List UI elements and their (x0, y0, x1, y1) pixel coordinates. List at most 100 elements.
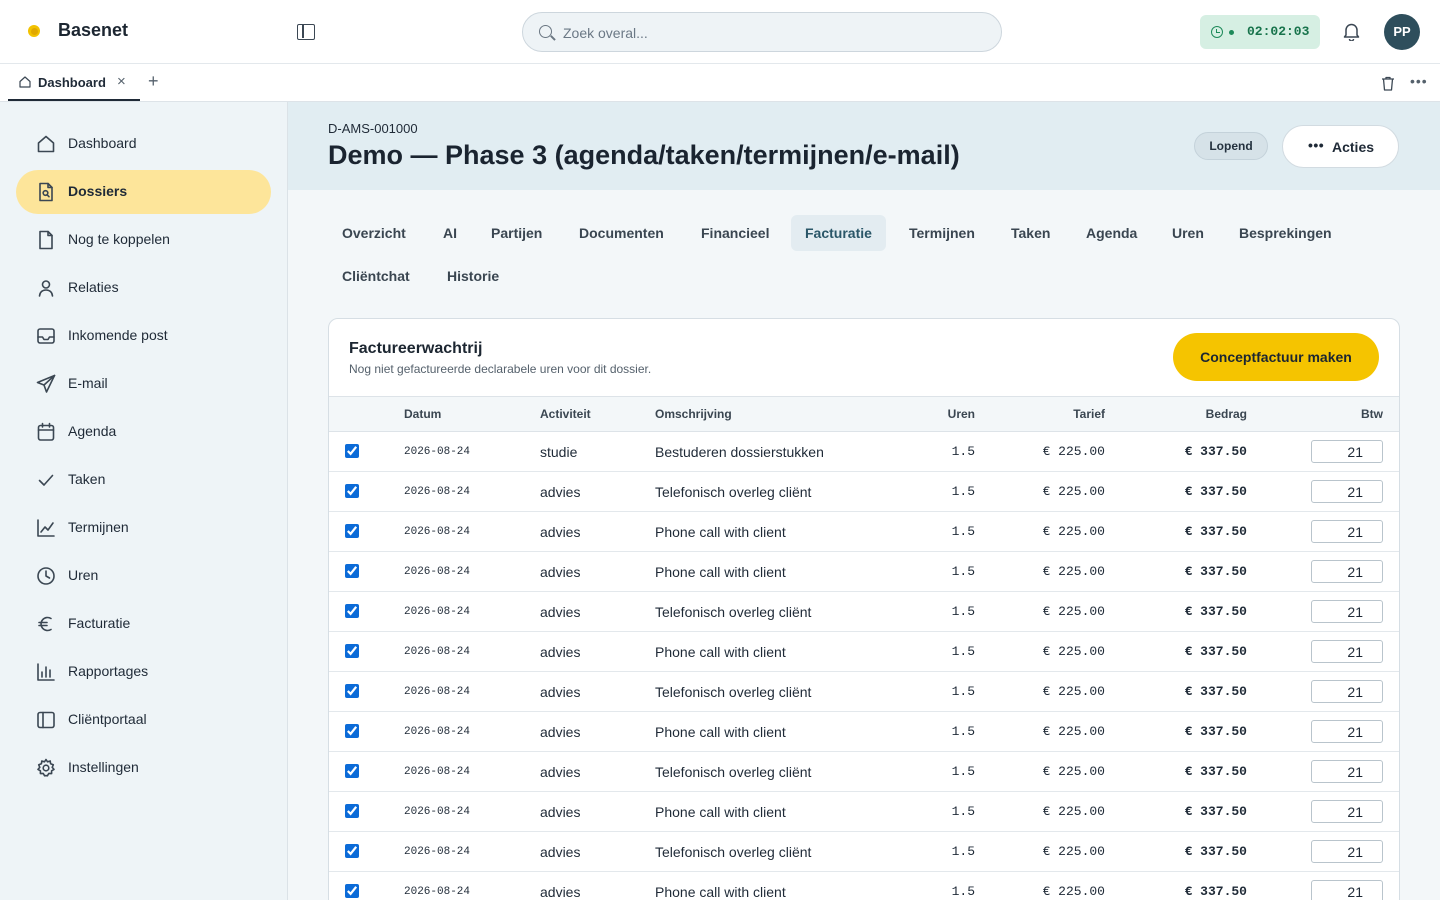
avatar[interactable]: PP (1384, 14, 1420, 50)
sidebar-item-nog-te-koppelen[interactable]: Nog te koppelen (16, 218, 271, 262)
gear-icon (37, 758, 55, 777)
sidebar-item-e-mail[interactable]: E-mail (16, 362, 271, 406)
calendar-icon (37, 422, 55, 441)
tab-uren[interactable]: Uren (1158, 215, 1218, 251)
sidebar-item-clientportaal[interactable]: Cliëntportaal (16, 698, 271, 742)
row-checkbox[interactable] (345, 844, 359, 858)
tab-dashboard[interactable]: Dashboard × (8, 64, 140, 101)
row-uren: 1.5 (951, 524, 975, 539)
row-checkbox[interactable] (345, 564, 359, 578)
row-uren: 1.5 (951, 724, 975, 739)
sidebar-item-dossiers[interactable]: Dossiers (16, 170, 271, 214)
global-search[interactable] (522, 12, 1002, 52)
search-input[interactable] (563, 22, 983, 44)
row-btw-input[interactable] (1311, 800, 1383, 823)
tab-clientchat[interactable]: Cliëntchat (328, 258, 424, 294)
row-btw-input[interactable] (1311, 600, 1383, 623)
row-checkbox[interactable] (345, 724, 359, 738)
row-bedrag: € 337.50 (1184, 644, 1247, 659)
row-checkbox[interactable] (345, 804, 359, 818)
status-badge: Lopend (1194, 132, 1268, 160)
tab-taken[interactable]: Taken (997, 215, 1064, 251)
row-uren: 1.5 (951, 844, 975, 859)
row-checkbox[interactable] (345, 684, 359, 698)
sidebar-item-inkomende-post[interactable]: Inkomende post (16, 314, 271, 358)
row-btw-input[interactable] (1311, 560, 1383, 583)
row-checkbox[interactable] (345, 604, 359, 618)
row-btw-input[interactable] (1311, 720, 1383, 743)
row-btw-input[interactable] (1311, 760, 1383, 783)
sidebar-item-label: Dossiers (68, 183, 128, 199)
running-timer[interactable]: 02:02:03 (1200, 15, 1320, 49)
more-options-icon[interactable]: ••• (1410, 73, 1428, 89)
sidebar-item-agenda[interactable]: Agenda (16, 410, 271, 454)
row-btw-input[interactable] (1311, 480, 1383, 503)
row-btw-input[interactable] (1311, 880, 1383, 900)
sidebar-item-termijnen[interactable]: Termijnen (16, 506, 271, 550)
add-tab-icon[interactable]: + (148, 71, 159, 92)
close-icon[interactable]: × (117, 73, 126, 90)
bell-icon[interactable] (1343, 22, 1360, 41)
row-btw-input[interactable] (1311, 440, 1383, 463)
table-row: 2026-08-24 studie Bestuderen dossierstukke… (329, 432, 1399, 472)
row-tarief: € 225.00 (1042, 884, 1105, 899)
row-uren: 1.5 (951, 684, 975, 699)
tab-overzicht[interactable]: Overzicht (328, 215, 420, 251)
card-title: Factureerwachtrij (349, 340, 483, 357)
row-checkbox[interactable] (345, 644, 359, 658)
sidebar-item-relaties[interactable]: Relaties (16, 266, 271, 310)
sidebar-item-dashboard[interactable]: Dashboard (16, 122, 271, 166)
tab-documenten[interactable]: Documenten (565, 215, 678, 251)
bar-chart-icon (37, 663, 55, 681)
row-datum: 2026-08-24 (404, 886, 471, 898)
sidebar-item-instellingen[interactable]: Instellingen (16, 746, 271, 790)
tab-partijen[interactable]: Partijen (477, 215, 556, 251)
row-uren: 1.5 (951, 764, 975, 779)
tab-termijnen[interactable]: Termijnen (895, 215, 989, 251)
column-datum: Datum (404, 407, 442, 421)
tab-ai[interactable]: AI (429, 215, 471, 251)
row-tarief: € 225.00 (1042, 604, 1105, 619)
sidebar-item-label: Facturatie (68, 615, 131, 631)
row-checkbox[interactable] (345, 524, 359, 538)
row-checkbox[interactable] (345, 764, 359, 778)
row-checkbox[interactable] (345, 484, 359, 498)
acties-button[interactable]: ••• Acties (1282, 125, 1399, 168)
inbox-icon (37, 328, 55, 344)
row-uren: 1.5 (951, 564, 975, 579)
row-btw-input[interactable] (1311, 640, 1383, 663)
sidebar-item-rapportages[interactable]: Rapportages (16, 650, 271, 694)
send-icon (36, 374, 56, 393)
table-row: 2026-08-24 advies Phone call with client 1.… (329, 712, 1399, 752)
tab-besprekingen[interactable]: Besprekingen (1225, 215, 1346, 251)
row-checkbox[interactable] (345, 444, 359, 458)
row-bedrag: € 337.50 (1184, 684, 1247, 699)
document-icon (39, 230, 53, 250)
row-btw-input[interactable] (1311, 680, 1383, 703)
trash-icon[interactable] (1381, 76, 1395, 91)
create-draft-invoice-button[interactable]: Conceptfactuur maken (1173, 333, 1379, 381)
panel-icon (37, 711, 55, 729)
row-omschrijving: Phone call with client (655, 644, 786, 660)
tab-agenda[interactable]: Agenda (1072, 215, 1151, 251)
row-btw-input[interactable] (1311, 840, 1383, 863)
row-datum: 2026-08-24 (404, 646, 471, 658)
check-icon (38, 474, 54, 486)
row-checkbox[interactable] (345, 884, 359, 898)
row-tarief: € 225.00 (1042, 804, 1105, 819)
table-row: 2026-08-24 advies Phone call with client 1.… (329, 632, 1399, 672)
row-btw-input[interactable] (1311, 520, 1383, 543)
sidebar-item-facturatie[interactable]: Facturatie (16, 602, 271, 646)
table-row: 2026-08-24 advies Phone call with client 1.… (329, 872, 1399, 900)
sidebar-toggle-icon[interactable] (297, 24, 315, 40)
tab-financieel[interactable]: Financieel (687, 215, 783, 251)
sidebar-item-uren[interactable]: Uren (16, 554, 271, 598)
row-uren: 1.5 (951, 884, 975, 899)
tab-facturatie[interactable]: Facturatie (791, 215, 886, 251)
clock-icon (37, 567, 55, 585)
sidebar-item-taken[interactable]: Taken (16, 458, 271, 502)
sidebar-item-label: Rapportages (68, 663, 149, 679)
row-datum: 2026-08-24 (404, 486, 471, 498)
row-uren: 1.5 (951, 484, 975, 499)
tab-historie[interactable]: Historie (433, 258, 513, 294)
